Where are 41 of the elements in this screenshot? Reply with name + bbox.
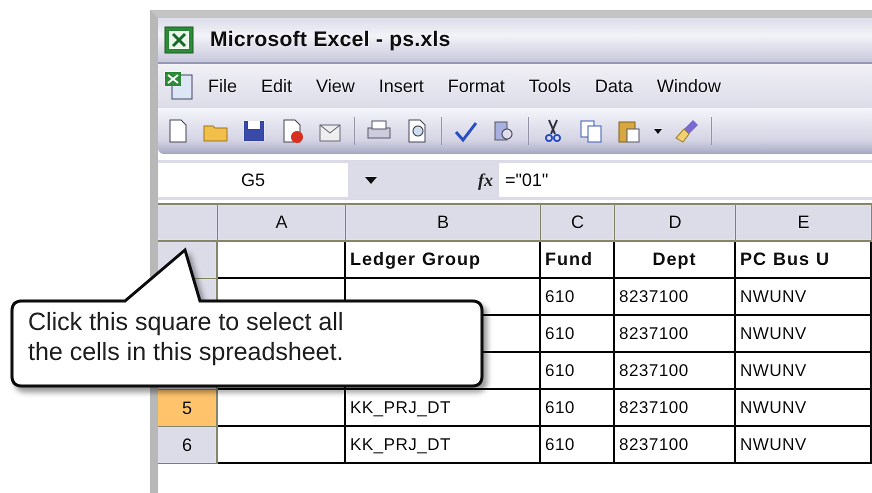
column-header[interactable]: C <box>541 205 615 242</box>
menu-item[interactable]: Format <box>436 76 517 96</box>
header-cell: PC Bus U <box>736 242 872 279</box>
table-cell: 8237100 <box>615 316 736 353</box>
menu-item[interactable]: File <box>196 76 250 96</box>
table-cell: 8237100 <box>615 279 736 316</box>
table-cell: NWUNV <box>736 427 872 464</box>
table-cell: 610 <box>541 390 615 427</box>
row-header[interactable]: 5 <box>158 390 218 427</box>
function-label[interactable]: fx <box>478 170 499 190</box>
menu-item[interactable]: Window <box>644 76 733 96</box>
table-cell: 610 <box>541 316 615 353</box>
table-cell: NWUNV <box>736 316 872 353</box>
name-box[interactable]: G5 <box>158 163 348 197</box>
header-cell: Fund <box>541 242 615 279</box>
table-cell: 610 <box>541 353 615 390</box>
row-header[interactable]: 6 <box>158 427 218 464</box>
menu-item[interactable]: Insert <box>366 76 436 96</box>
table-cell: 8237100 <box>615 353 736 390</box>
column-header[interactable]: A <box>218 205 346 242</box>
column-header[interactable]: B <box>346 205 541 242</box>
header-cell: Ledger Group <box>346 242 541 279</box>
table-cell: NWUNV <box>736 390 872 427</box>
column-header[interactable]: E <box>736 205 872 242</box>
table-cell: KK_PRJ_DT <box>346 390 541 427</box>
table-cell: KK_PRJ_DT <box>346 427 541 464</box>
table-cell: NWUNV <box>736 279 872 316</box>
window-title: Microsoft Excel - ps.xls <box>210 28 451 52</box>
table-cell: NWUNV <box>736 353 872 390</box>
table-cell: 610 <box>541 427 615 464</box>
table-cell: 8237100 <box>615 390 736 427</box>
formula-field[interactable]: ="01" <box>499 163 872 197</box>
menu-item[interactable]: Edit <box>249 76 304 96</box>
header-cell: Dept <box>615 242 736 279</box>
column-header[interactable]: D <box>615 205 736 242</box>
table-cell: 8237100 <box>615 427 736 464</box>
menu-item[interactable]: View <box>304 76 367 96</box>
menu-item[interactable]: Data <box>582 76 645 96</box>
table-cell: 610 <box>541 279 615 316</box>
menu-item[interactable]: Tools <box>516 76 583 96</box>
tooltip-text: Click this square to select all the cells in this spreadsheet. <box>28 307 344 367</box>
